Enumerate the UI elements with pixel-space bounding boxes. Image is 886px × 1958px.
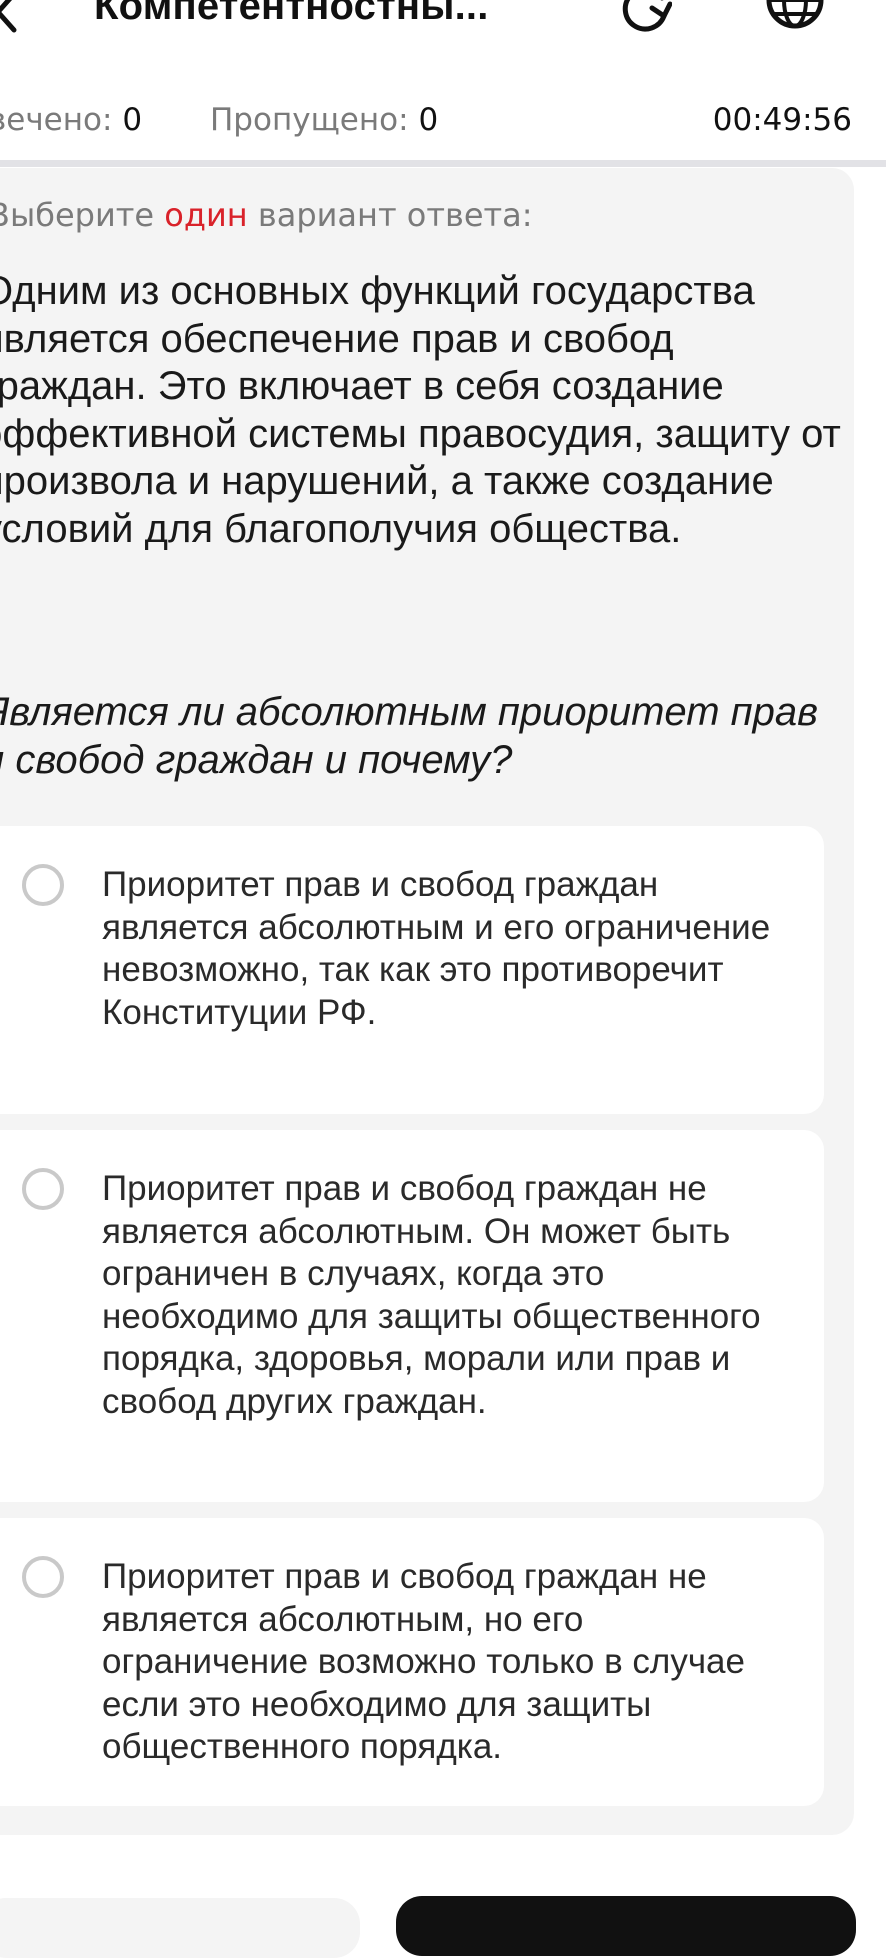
skipped-stat: Пропущено: 0	[210, 102, 438, 138]
radio-empty-icon[interactable]	[22, 1168, 64, 1210]
header-divider	[0, 160, 886, 167]
instruction-suffix: вариант ответа:	[247, 196, 533, 234]
answer-option-text: Приоритет прав и свобод граждан не являе…	[102, 1557, 745, 1766]
chevron-left-icon[interactable]	[0, 0, 32, 36]
primary-action-button[interactable]	[396, 1896, 856, 1956]
skipped-label: Пропущено:	[210, 102, 409, 138]
top-app-bar: Компетентностны...	[0, 0, 886, 72]
globe-icon[interactable]	[762, 0, 828, 40]
skipped-count: 0	[418, 102, 439, 138]
answer-option-3[interactable]: Приоритет прав и свобод граждан не являе…	[0, 1518, 824, 1806]
answer-instruction: Выберите один вариант ответа:	[0, 196, 533, 234]
instruction-accent: один	[164, 196, 248, 234]
radio-empty-icon[interactable]	[22, 864, 64, 906]
answer-option-1[interactable]: Приоритет прав и свобод граждан является…	[0, 826, 824, 1114]
page-title: Компетентностны...	[94, 0, 489, 28]
secondary-action-button[interactable]	[0, 1898, 360, 1958]
answered-count: 0	[122, 102, 143, 138]
answered-stat: вечено: 0	[0, 102, 142, 138]
answer-option-2[interactable]: Приоритет прав и свобод граждан не являе…	[0, 1130, 824, 1502]
answered-label: вечено:	[0, 102, 113, 138]
question-text: Одним из основных функций государства яв…	[0, 269, 841, 551]
answer-option-text: Приоритет прав и свобод граждан является…	[102, 865, 771, 1032]
refresh-icon[interactable]	[618, 0, 672, 38]
instruction-prefix: Выберите	[0, 196, 165, 234]
progress-stats: вечено: 0 Пропущено: 0 00:49:56	[0, 92, 886, 148]
radio-empty-icon[interactable]	[22, 1556, 64, 1598]
answer-option-text: Приоритет прав и свобод граждан не являе…	[102, 1169, 761, 1421]
question-prompt: Является ли абсолютным приоритет прав и …	[0, 690, 819, 782]
countdown-timer: 00:49:56	[712, 102, 852, 138]
